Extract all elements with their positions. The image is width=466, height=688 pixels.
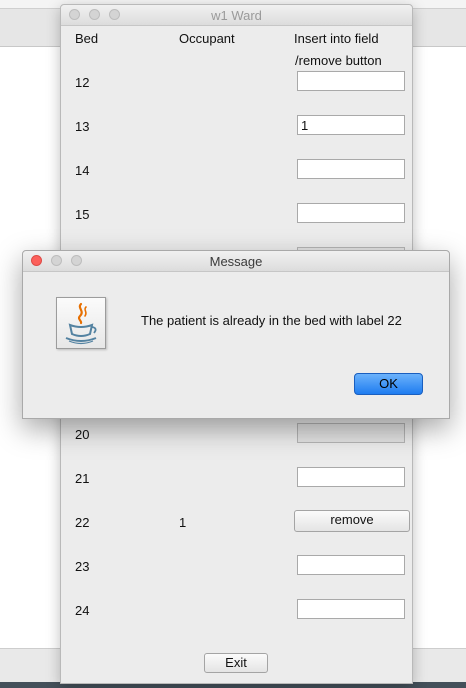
bed-column-header: Bed — [75, 31, 99, 46]
dialog-title: Message — [209, 254, 263, 269]
bed-label: 23 — [75, 559, 90, 574]
remove-button[interactable]: remove — [294, 510, 410, 532]
message-dialog: Message The patient is already in the be… — [22, 250, 450, 419]
bed-insert-field[interactable] — [297, 599, 405, 619]
bed-insert-field[interactable] — [297, 71, 405, 91]
occupant-column-header: Occupant — [179, 31, 235, 46]
bed-insert-field[interactable] — [297, 555, 405, 575]
insert-column-header-line2: /remove button — [295, 53, 382, 68]
dialog-message: The patient is already in the bed with l… — [141, 313, 402, 328]
exit-button[interactable]: Exit — [204, 653, 268, 673]
bed-label: 15 — [75, 207, 90, 222]
ward-titlebar[interactable]: w1 Ward — [61, 5, 412, 26]
bed-label: 14 — [75, 163, 90, 178]
bed-label: 21 — [75, 471, 90, 486]
dialog-titlebar[interactable]: Message — [23, 251, 449, 272]
insert-column-header-line1: Insert into field — [294, 31, 379, 46]
java-coffee-cup-icon — [56, 297, 106, 349]
bed-insert-field[interactable] — [297, 203, 405, 223]
bed-insert-field[interactable] — [297, 423, 405, 443]
bed-insert-field[interactable]: 1 — [297, 115, 405, 135]
bed-label: 13 — [75, 119, 90, 134]
bed-label: 12 — [75, 75, 90, 90]
occupant-value: 1 — [179, 515, 187, 530]
bed-label: 20 — [75, 427, 90, 442]
bed-label: 24 — [75, 603, 90, 618]
bed-insert-field[interactable] — [297, 159, 405, 179]
ward-window-title: w1 Ward — [211, 8, 262, 23]
bed-insert-field[interactable] — [297, 467, 405, 487]
bed-label: 22 — [75, 515, 90, 530]
ok-button[interactable]: OK — [354, 373, 423, 395]
